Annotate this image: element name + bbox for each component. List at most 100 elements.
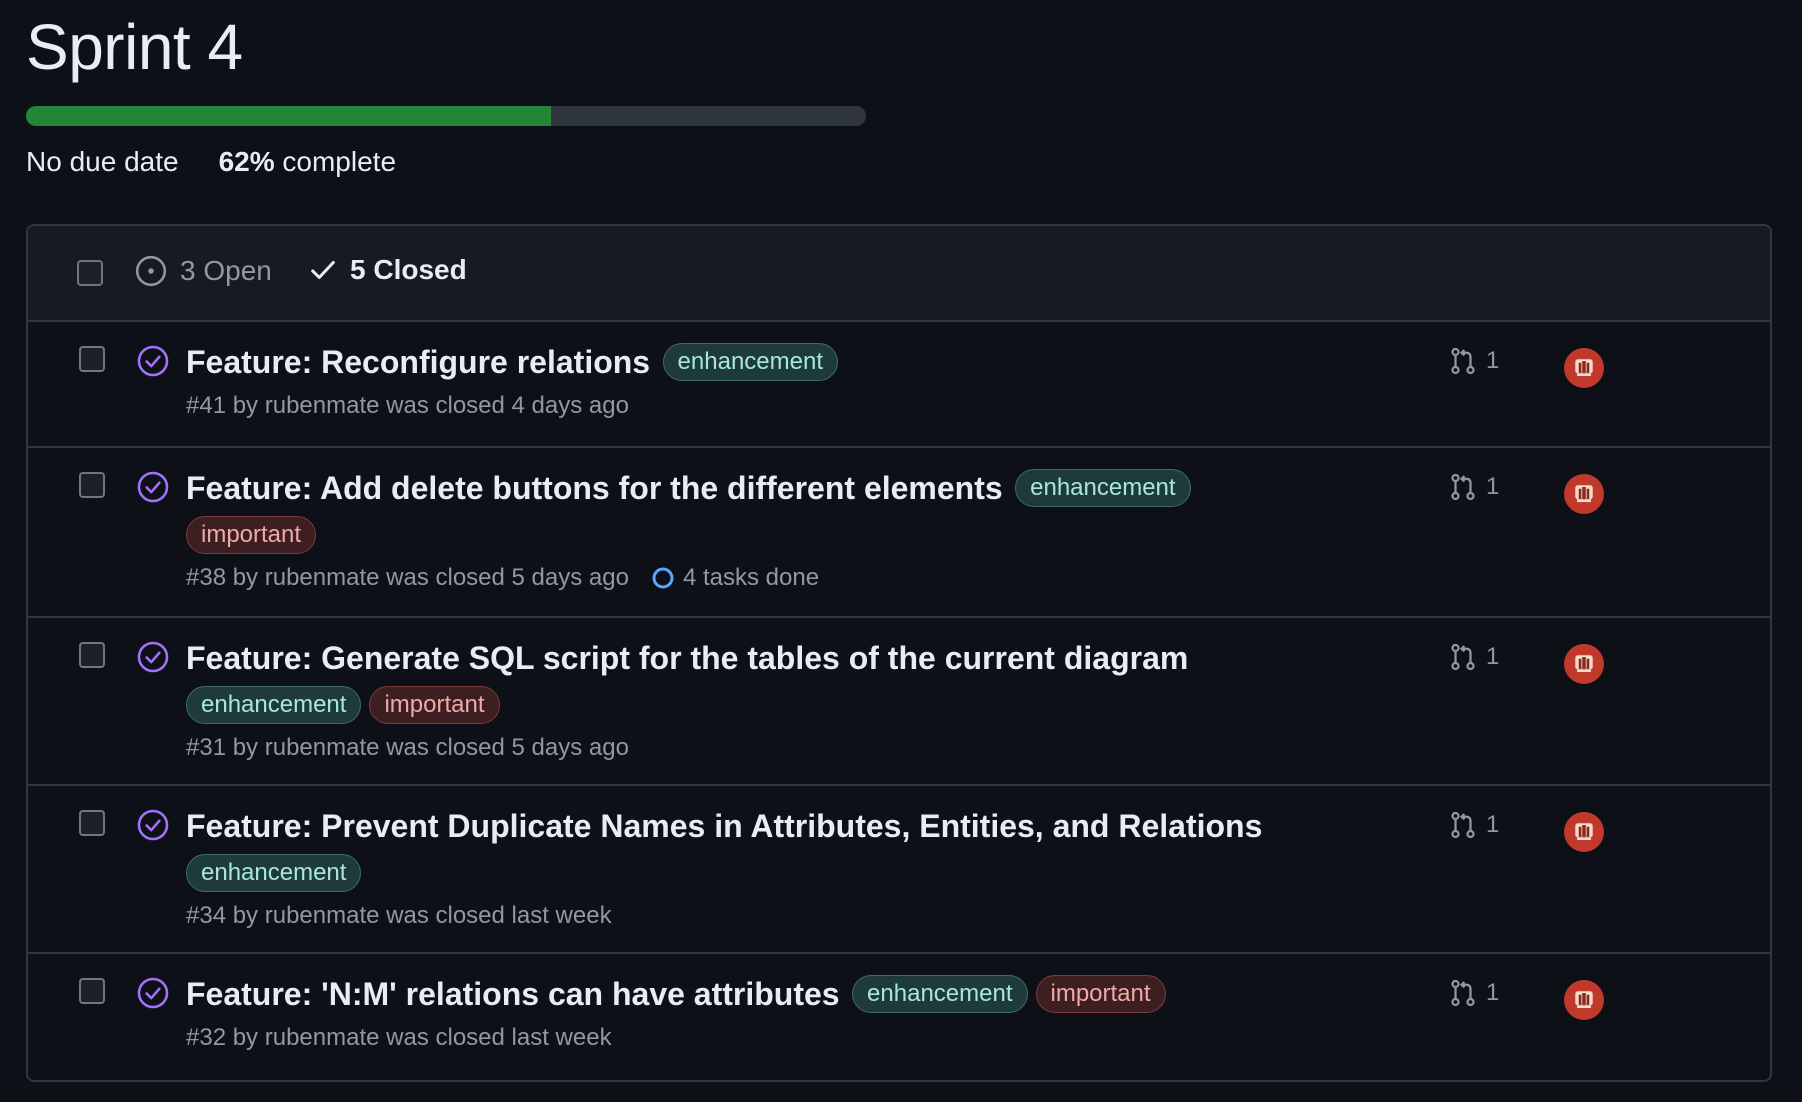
pull-request-icon	[1451, 811, 1475, 839]
linked-pr[interactable]: 1	[1448, 978, 1499, 1008]
select-all-checkbox[interactable]	[77, 260, 103, 286]
avatar-identicon-icon	[1575, 359, 1593, 377]
issue-row[interactable]: Feature: Generate SQL script for the tab…	[28, 618, 1770, 786]
check-icon	[311, 261, 335, 279]
linked-pr-count: 1	[1486, 979, 1500, 1006]
linked-pr[interactable]: 1	[1448, 642, 1499, 672]
pull-request-icon	[1451, 473, 1475, 501]
closed-issues-label: 5 Closed	[350, 254, 467, 285]
label-enhancement[interactable]: enhancement	[186, 854, 362, 892]
issue-title-link[interactable]: Feature: 'N:M' relations can have attrib…	[186, 976, 840, 1012]
label-important[interactable]: important	[1035, 975, 1166, 1013]
task-progress-label: 4 tasks done	[682, 564, 820, 591]
avatar-identicon-icon	[1575, 655, 1593, 673]
linked-pr-count: 1	[1486, 473, 1500, 500]
open-issues-tab[interactable]: 3 Open	[134, 254, 272, 288]
assignee-avatar[interactable]	[1564, 980, 1604, 1020]
issue-body: Feature: Generate SQL script for the tab…	[186, 638, 1406, 762]
issue-title-line: Feature: Generate SQL script for the tab…	[186, 638, 1406, 724]
issue-title-link[interactable]: Feature: Prevent Duplicate Names in Attr…	[186, 808, 1262, 844]
label-enhancement[interactable]: enhancement	[1015, 469, 1191, 507]
issue-checkbox[interactable]	[79, 346, 105, 372]
issue-meta: #34 by rubenmate was closed last week	[186, 902, 1406, 930]
issue-closed-icon	[137, 809, 169, 841]
issue-meta-text: #38 by rubenmate was closed 5 days ago	[186, 564, 629, 591]
assignee-avatar[interactable]	[1564, 812, 1604, 852]
open-issues-label: 3 Open	[180, 255, 272, 286]
issue-row[interactable]: Feature: Prevent Duplicate Names in Attr…	[28, 786, 1770, 954]
linked-pr-count: 1	[1486, 347, 1500, 374]
milestone-meta: No due date 62% complete	[26, 146, 396, 178]
issue-list: Feature: Reconfigure relations enhanceme…	[28, 322, 1770, 1078]
issue-body: Feature: 'N:M' relations can have attrib…	[186, 974, 1406, 1052]
linked-pr-count: 1	[1486, 811, 1500, 838]
label-important[interactable]: important	[186, 516, 317, 554]
issue-body: Feature: Prevent Duplicate Names in Attr…	[186, 806, 1406, 930]
issue-meta: #32 by rubenmate was closed last week	[186, 1024, 1406, 1052]
issue-body: Feature: Add delete buttons for the diff…	[186, 468, 1406, 592]
issue-title-line: Feature: Add delete buttons for the diff…	[186, 468, 1406, 554]
issue-checkbox[interactable]	[79, 642, 105, 668]
issue-title-line: Feature: Prevent Duplicate Names in Attr…	[186, 806, 1406, 892]
milestone-title: Sprint 4	[26, 11, 243, 83]
issue-title-link[interactable]: Feature: Reconfigure relations	[186, 344, 650, 380]
assignee-avatar[interactable]	[1564, 644, 1604, 684]
completion-suffix: complete	[274, 146, 397, 177]
issue-checkbox[interactable]	[79, 472, 105, 498]
pull-request-icon	[1451, 979, 1475, 1007]
issue-row[interactable]: Feature: Add delete buttons for the diff…	[28, 448, 1770, 618]
issue-labels: enhancement	[1007, 469, 1191, 507]
issue-title-link[interactable]: Feature: Generate SQL script for the tab…	[186, 640, 1188, 676]
issue-title-line: Feature: 'N:M' relations can have attrib…	[186, 974, 1406, 1014]
milestone-progress-bar	[26, 106, 866, 126]
label-enhancement[interactable]: enhancement	[186, 686, 362, 724]
issue-meta-text: #31 by rubenmate was closed 5 days ago	[186, 734, 629, 761]
label-enhancement[interactable]: enhancement	[852, 975, 1028, 1013]
issue-meta: #31 by rubenmate was closed 5 days ago	[186, 734, 1406, 762]
assignee-avatar[interactable]	[1564, 474, 1604, 514]
progress-fill	[26, 106, 551, 126]
linked-pr-count: 1	[1486, 643, 1500, 670]
issue-opened-icon	[135, 255, 167, 287]
issue-meta-text: #32 by rubenmate was closed last week	[186, 1024, 612, 1051]
due-date: No due date	[26, 146, 179, 177]
issue-meta-text: #34 by rubenmate was closed last week	[186, 902, 612, 929]
issue-labels-wrapped: important	[186, 516, 1406, 554]
issue-closed-icon	[137, 471, 169, 503]
issue-meta: #38 by rubenmate was closed 5 days ago 4…	[186, 564, 1406, 592]
issue-labels-wrapped: enhancement	[186, 854, 1406, 892]
issue-labels: enhancement	[655, 343, 838, 381]
assignee-avatar[interactable]	[1564, 348, 1604, 388]
avatar-identicon-icon	[1575, 991, 1593, 1009]
issue-meta-text: #41 by rubenmate was closed 4 days ago	[186, 392, 629, 419]
issue-body: Feature: Reconfigure relations enhanceme…	[186, 342, 1406, 420]
issue-checkbox[interactable]	[79, 978, 105, 1004]
avatar-identicon-icon	[1575, 823, 1593, 841]
pull-request-icon	[1451, 643, 1475, 671]
label-important[interactable]: important	[369, 686, 500, 724]
issue-title-line: Feature: Reconfigure relations enhanceme…	[186, 342, 1406, 382]
issue-checkbox[interactable]	[79, 810, 105, 836]
task-progress[interactable]: 4 tasks done	[651, 564, 819, 592]
completion-percent: 62%	[218, 146, 275, 177]
issue-closed-icon	[137, 345, 169, 377]
issue-row[interactable]: Feature: 'N:M' relations can have attrib…	[28, 954, 1770, 1078]
issue-meta: #41 by rubenmate was closed 4 days ago	[186, 392, 1406, 420]
issue-title-link[interactable]: Feature: Add delete buttons for the diff…	[186, 470, 1003, 506]
issue-labels-wrapped: enhancement important	[186, 686, 1406, 724]
issues-panel: 3 Open 5 Closed Feature: Reconfigure rel…	[26, 224, 1772, 1082]
issue-closed-icon	[137, 641, 169, 673]
label-enhancement[interactable]: enhancement	[662, 343, 838, 381]
linked-pr[interactable]: 1	[1448, 346, 1499, 376]
pull-request-icon	[1451, 347, 1475, 375]
closed-issues-tab[interactable]: 5 Closed	[308, 254, 467, 286]
issue-labels: enhancement important	[844, 975, 1166, 1013]
issues-panel-header: 3 Open 5 Closed	[28, 226, 1770, 322]
issue-closed-icon	[137, 977, 169, 1009]
issue-row[interactable]: Feature: Reconfigure relations enhanceme…	[28, 322, 1770, 448]
linked-pr[interactable]: 1	[1448, 472, 1499, 502]
completion: 62% complete	[219, 146, 396, 178]
task-progress-ring-icon	[652, 567, 674, 589]
avatar-identicon-icon	[1575, 485, 1593, 503]
linked-pr[interactable]: 1	[1448, 810, 1499, 840]
